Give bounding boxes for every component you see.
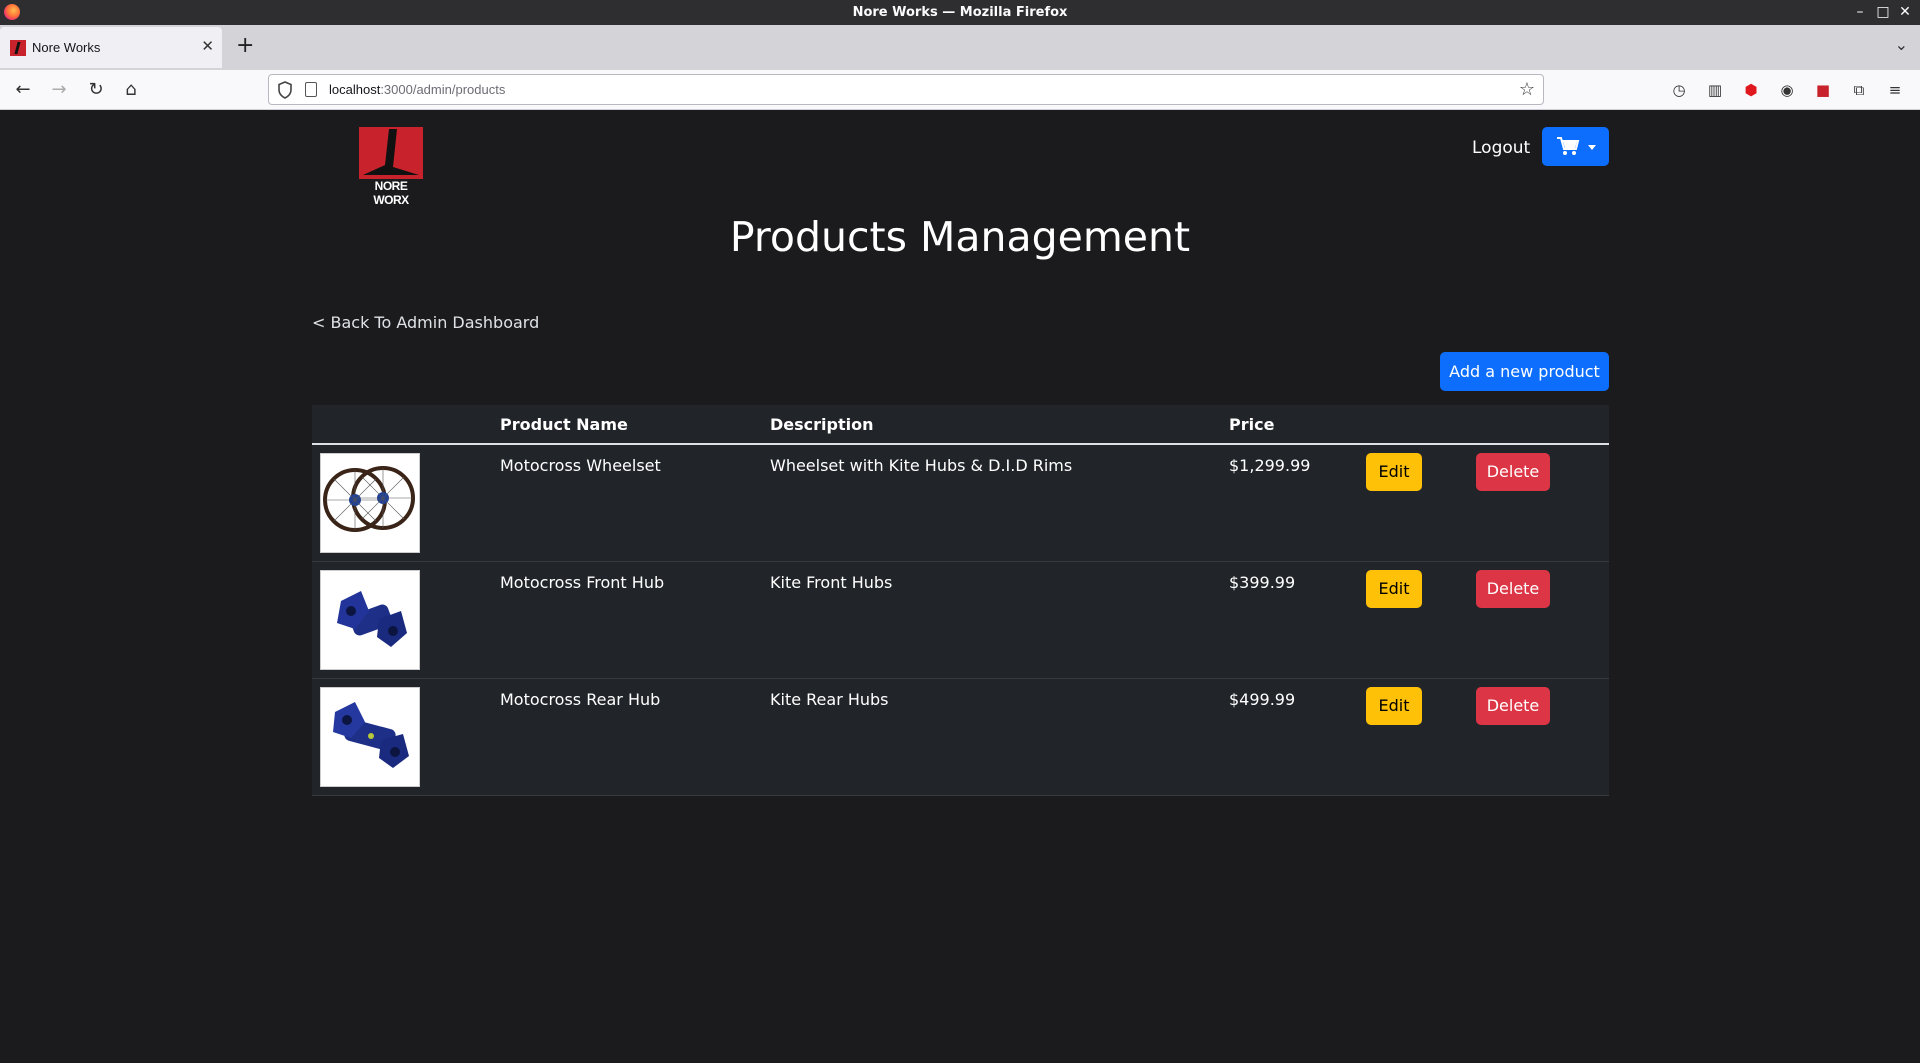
history-icon[interactable]: ◷	[1669, 80, 1689, 100]
delete-button[interactable]: Delete	[1476, 570, 1550, 608]
products-table: Product Name Description Price Motocross…	[312, 405, 1609, 796]
bookmark-star-icon[interactable]: ☆	[1519, 79, 1535, 100]
product-image-rear-hub	[320, 687, 420, 787]
product-image-front-hub	[320, 570, 420, 670]
add-product-button[interactable]: Add a new product	[1440, 352, 1609, 391]
table-header: Product Name Description Price	[312, 405, 1609, 445]
favicon-icon	[10, 40, 26, 56]
edit-button[interactable]: Edit	[1366, 687, 1422, 725]
product-description: Kite Rear Hubs	[770, 690, 889, 709]
url-text[interactable]: localhost:3000/admin/products	[329, 82, 505, 97]
product-image-wheelset	[320, 453, 420, 553]
back-to-dashboard-link[interactable]: < Back To Admin Dashboard	[312, 313, 539, 332]
edit-button[interactable]: Edit	[1366, 453, 1422, 491]
table-row: Motocross Rear Hub Kite Rear Hubs $499.9…	[312, 679, 1609, 796]
extension-ublock-icon[interactable]: ⬢	[1741, 80, 1761, 100]
delete-button[interactable]: Delete	[1476, 687, 1550, 725]
close-window-icon[interactable]: ✕	[1896, 3, 1914, 21]
page-content: NORE WORX Logout Products Management < B…	[0, 111, 1920, 1063]
address-bar[interactable]: localhost:3000/admin/products ☆	[268, 74, 1544, 105]
column-header-product-name: Product Name	[500, 415, 628, 434]
cart-icon	[1557, 137, 1580, 155]
product-description: Wheelset with Kite Hubs & D.I.D Rims	[770, 456, 1073, 475]
window-title: Nore Works — Mozilla Firefox	[852, 5, 1068, 20]
maximize-icon[interactable]: □	[1874, 3, 1892, 21]
product-description: Kite Front Hubs	[770, 573, 893, 592]
product-name: Motocross Wheelset	[500, 456, 661, 475]
list-all-tabs-icon[interactable]: ⌄	[1895, 35, 1908, 54]
tab-title: Nore Works	[32, 40, 101, 55]
page-title: Products Management	[729, 213, 1191, 261]
delete-button[interactable]: Delete	[1476, 453, 1550, 491]
logout-link[interactable]: Logout	[1472, 138, 1530, 158]
page-info-icon[interactable]	[305, 82, 317, 97]
product-price: $1,299.99	[1229, 456, 1311, 475]
nore-worx-logo[interactable]: NORE WORX	[359, 127, 423, 207]
product-name: Motocross Front Hub	[500, 573, 665, 592]
extension-red-icon[interactable]: ■	[1813, 80, 1833, 100]
forward-arrow-icon[interactable]: →	[47, 78, 71, 102]
new-tab-icon[interactable]: +	[236, 33, 254, 58]
tab-nore-works[interactable]: Nore Works ✕	[0, 27, 222, 68]
logo-text: NORE WORX	[373, 179, 409, 207]
tab-bar: Nore Works ✕ + ⌄	[0, 25, 1920, 70]
home-icon[interactable]: ⌂	[119, 78, 143, 102]
tracking-shield-icon[interactable]	[277, 81, 293, 99]
logo-mark	[359, 127, 423, 179]
product-price: $399.99	[1229, 573, 1296, 592]
column-header-description: Description	[770, 415, 874, 434]
back-arrow-icon[interactable]: ←	[11, 78, 35, 102]
product-name: Motocross Rear Hub	[500, 690, 661, 709]
chevron-down-icon	[1588, 145, 1596, 150]
cart-dropdown-button[interactable]	[1542, 127, 1609, 166]
product-price: $499.99	[1229, 690, 1296, 709]
close-tab-icon[interactable]: ✕	[201, 37, 214, 55]
column-header-price: Price	[1229, 415, 1275, 434]
reload-icon[interactable]: ↻	[84, 78, 108, 102]
edit-button[interactable]: Edit	[1366, 570, 1422, 608]
sidebar-icon[interactable]: ▥	[1705, 80, 1725, 100]
extension-icon[interactable]: ◉	[1777, 80, 1797, 100]
navigation-toolbar: ← → ↻ ⌂ localhost:3000/admin/products ☆ …	[0, 70, 1920, 110]
minimize-icon[interactable]: –	[1851, 3, 1869, 21]
table-row: Motocross Front Hub Kite Front Hubs $399…	[312, 562, 1609, 679]
window-titlebar: Nore Works — Mozilla Firefox – □ ✕	[0, 0, 1920, 25]
table-row: Motocross Wheelset Wheelset with Kite Hu…	[312, 445, 1609, 562]
menu-hamburger-icon[interactable]: ≡	[1885, 80, 1905, 100]
extensions-puzzle-icon[interactable]: ⧉	[1849, 80, 1869, 100]
